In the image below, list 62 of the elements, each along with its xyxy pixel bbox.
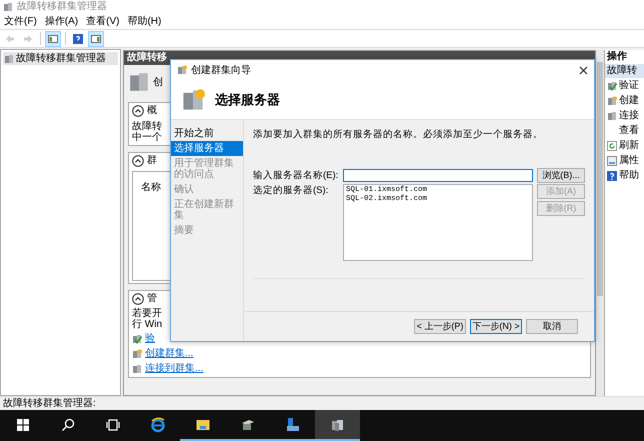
wizard-step[interactable]: 选择服务器 (171, 141, 243, 156)
wizard-step[interactable]: 开始之前 (171, 126, 243, 141)
menu-item[interactable]: 操作(A) (44, 16, 78, 28)
collapse-icon[interactable] (132, 105, 144, 117)
app-icon (3, 2, 13, 12)
server-check-icon (132, 334, 142, 344)
server-star-icon (177, 65, 187, 75)
link[interactable]: 创建群集... (145, 348, 194, 360)
section-text: 故障转 (132, 121, 162, 132)
pane-title: 创 (153, 76, 163, 90)
refresh-icon (607, 140, 617, 150)
status-text: 故障转移群集管理器: (3, 396, 96, 411)
tree-item[interactable]: 故障转移群集管理器 (3, 52, 118, 65)
action-item[interactable]: 连接 (619, 108, 639, 123)
section-title: 管 (147, 293, 157, 305)
section-text: 中一个 (132, 132, 162, 143)
section-title: 群 (147, 155, 157, 167)
actions-group[interactable]: 故障转 (605, 64, 644, 78)
action-item[interactable]: 验证 (619, 78, 639, 93)
section-text: 若要开 (132, 308, 162, 319)
properties-icon (607, 156, 617, 166)
dialog-title: 创建群集向导 (191, 64, 251, 78)
tree-pane-icon[interactable] (45, 30, 61, 46)
collapse-icon[interactable] (132, 155, 144, 167)
section-text: 行 Win (132, 319, 162, 330)
window-title: 故障转移群集管理器 (17, 1, 107, 13)
browse-button[interactable]: 浏览(B)... (537, 168, 585, 184)
server-name-input[interactable] (343, 169, 533, 182)
close-icon[interactable] (579, 66, 588, 74)
action-item[interactable]: 查看 (619, 123, 639, 138)
field-label: 选定的服务器(S): (253, 184, 330, 198)
scrollbar[interactable] (596, 50, 604, 396)
action-pane-icon[interactable] (88, 30, 104, 46)
link[interactable]: 验 (145, 333, 155, 345)
action-item[interactable]: 帮助 (619, 168, 639, 183)
server-star-icon (181, 88, 205, 112)
instruction-text: 添加要加入群集的所有服务器的名称。必须添加至少一个服务器。 (253, 128, 544, 142)
page-heading: 选择服务器 (215, 90, 280, 109)
column-header: 名称 (141, 182, 161, 193)
action-item[interactable]: 刷新 (619, 138, 639, 153)
server-star-icon (132, 349, 142, 359)
link[interactable]: 连接到群集... (145, 363, 204, 375)
action-item[interactable]: 创建 (619, 93, 639, 108)
menu-item[interactable]: 文件(F) (4, 16, 37, 28)
server-check-icon (607, 80, 617, 90)
server-icon (607, 110, 617, 120)
action-item[interactable]: 属性 (619, 153, 639, 168)
server-icon (132, 364, 142, 374)
field-label: 输入服务器名称(E): (253, 168, 339, 183)
wizard-button[interactable]: 下一步(N) > (470, 319, 522, 334)
menu-item[interactable]: 查看(V) (86, 16, 120, 28)
cluster-icon (4, 54, 14, 64)
collapse-icon[interactable] (132, 293, 144, 305)
help-icon (607, 170, 617, 180)
actions-header: 操作 (606, 50, 628, 64)
cluster-manager-icon[interactable] (315, 410, 360, 441)
wizard-button[interactable]: 取消 (526, 319, 578, 334)
wizard-button[interactable]: < 上一步(P) (414, 319, 466, 334)
server-star-icon (607, 96, 617, 106)
section-title: 概 (147, 105, 157, 117)
cluster-icon (128, 71, 150, 93)
menu-item[interactable]: 帮助(H) (127, 16, 162, 28)
